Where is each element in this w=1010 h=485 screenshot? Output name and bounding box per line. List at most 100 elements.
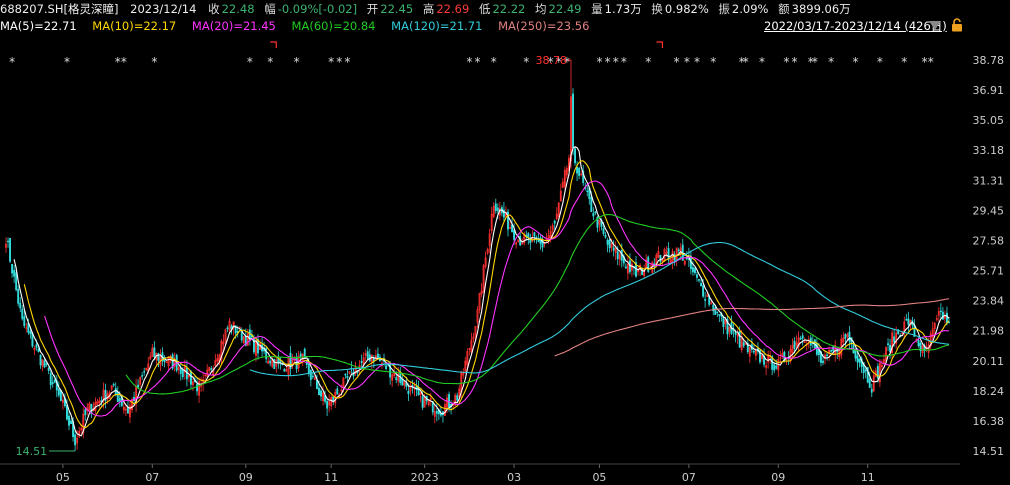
amount-value: 3899.06万 bbox=[791, 2, 851, 16]
candle-body bbox=[45, 363, 48, 365]
ma-line-10 bbox=[23, 160, 950, 429]
candle-body bbox=[366, 351, 369, 359]
candle-body bbox=[143, 371, 146, 373]
ma-line-60 bbox=[125, 214, 950, 395]
candle-body bbox=[856, 355, 859, 363]
candle-body bbox=[624, 266, 627, 269]
ma10-label[interactable]: MA(10)=22.17 bbox=[92, 19, 176, 33]
candle-body bbox=[326, 400, 329, 409]
candle-body bbox=[299, 353, 302, 357]
star-marker: * bbox=[596, 55, 602, 69]
kline-chart[interactable]: * * * * * * * * * * * * * * * * * * * * * * * * * * * ** * * * ** * * * * * *… bbox=[0, 34, 1010, 485]
star-marker: * bbox=[121, 55, 127, 69]
star-marker: * bbox=[759, 55, 765, 69]
candle-body bbox=[752, 350, 755, 353]
candle-body bbox=[734, 331, 737, 335]
ma5-label[interactable]: MA(5)=22.71 bbox=[0, 19, 77, 33]
star-marker: * bbox=[151, 55, 157, 69]
star-marker: * bbox=[491, 55, 497, 69]
candle-body bbox=[700, 283, 703, 286]
ma60-label[interactable]: MA(60)=20.84 bbox=[292, 19, 376, 33]
ma20-label[interactable]: MA(20)=21.45 bbox=[192, 19, 276, 33]
candle-body bbox=[43, 360, 46, 368]
bracket-marker bbox=[656, 41, 664, 48]
high-label: 高 bbox=[422, 2, 435, 16]
quote-date: 2023/12/14 bbox=[130, 2, 197, 16]
candle-body bbox=[70, 420, 72, 425]
candle-body bbox=[68, 415, 70, 426]
x-tick-label: 11 bbox=[324, 471, 338, 484]
star-marker: * bbox=[812, 55, 818, 69]
candle-body bbox=[659, 254, 662, 262]
avg-value: 22.49 bbox=[548, 2, 582, 16]
extreme-annotations: 38.78 14.51 bbox=[16, 54, 571, 458]
low-label: 低 bbox=[478, 2, 491, 16]
candle-body bbox=[344, 373, 347, 376]
candle-body bbox=[527, 233, 530, 238]
star-marker: * bbox=[645, 55, 651, 69]
date-range-selector[interactable]: 2022/03/17-2023/12/14 (426日) bbox=[764, 18, 947, 34]
turnover-value: 0.982% bbox=[664, 2, 709, 16]
ma-line-120 bbox=[249, 241, 950, 377]
candle-body bbox=[9, 237, 12, 262]
star-marker: * bbox=[336, 55, 342, 69]
candle-body bbox=[179, 368, 182, 374]
candle-body bbox=[74, 434, 77, 446]
candle-body bbox=[21, 308, 24, 319]
candle-body bbox=[905, 319, 908, 321]
dropdown-arrow-icon[interactable] bbox=[929, 21, 941, 30]
change-value: -0.09%[-0.02] bbox=[277, 2, 358, 16]
star-marker: * bbox=[783, 55, 789, 69]
candle-body bbox=[773, 364, 776, 371]
y-tick-label: 33.18 bbox=[973, 144, 1005, 157]
x-tick-label: 2023 bbox=[411, 471, 439, 484]
star-marker: * bbox=[475, 55, 481, 69]
candle-body bbox=[830, 349, 833, 352]
x-tick-label: 05 bbox=[592, 471, 606, 484]
stock-code: 688207.SH[格灵深瞳] bbox=[0, 2, 119, 16]
candle-body bbox=[118, 398, 121, 402]
star-marker: * bbox=[9, 55, 15, 69]
candle-body bbox=[17, 288, 20, 304]
y-tick-label: 29.45 bbox=[973, 204, 1005, 217]
star-marker: * bbox=[877, 55, 883, 69]
ma-line-20 bbox=[44, 180, 950, 417]
candle-body bbox=[893, 336, 896, 343]
candle-body bbox=[858, 358, 861, 363]
candle-body bbox=[868, 378, 871, 388]
y-tick-label: 21.98 bbox=[973, 325, 1005, 338]
candle-body bbox=[11, 263, 14, 274]
candle-body bbox=[696, 274, 698, 278]
candle-body bbox=[714, 307, 717, 315]
candle-body bbox=[606, 239, 609, 245]
open-value: 22.45 bbox=[380, 2, 414, 16]
candle-body bbox=[870, 388, 873, 393]
star-marker: * bbox=[344, 55, 350, 69]
y-tick-label: 14.51 bbox=[973, 445, 1005, 458]
candle-body bbox=[616, 251, 619, 259]
x-tick-label: 05 bbox=[56, 471, 70, 484]
star-marker: * bbox=[294, 55, 300, 69]
candle-body bbox=[907, 318, 910, 325]
open-label: 开 bbox=[366, 2, 379, 16]
candle-body bbox=[864, 369, 867, 372]
candle-body bbox=[456, 395, 459, 401]
candle-body bbox=[19, 302, 22, 309]
candle-body bbox=[53, 379, 56, 383]
ma250-label[interactable]: MA(250)=23.56 bbox=[498, 19, 589, 33]
lock-icon[interactable] bbox=[951, 18, 963, 32]
candle-body bbox=[948, 321, 950, 324]
star-marker: * bbox=[64, 55, 70, 69]
x-tick-label: 07 bbox=[145, 471, 159, 484]
candle-body bbox=[604, 234, 607, 238]
candle-body bbox=[702, 285, 705, 297]
candle-body bbox=[738, 331, 741, 348]
candle-body bbox=[15, 272, 18, 291]
ma120-label[interactable]: MA(120)=21.71 bbox=[391, 19, 482, 33]
event-markers: * * * * * * * * * * * * * * * * * * * * * * * * * * * ** * * * ** * * * * * * bbox=[9, 41, 934, 69]
candle-body bbox=[210, 368, 213, 370]
candle-body bbox=[694, 268, 696, 274]
y-tick-label: 20.11 bbox=[973, 355, 1005, 368]
candle-body bbox=[594, 211, 597, 214]
candle-body bbox=[799, 338, 802, 340]
